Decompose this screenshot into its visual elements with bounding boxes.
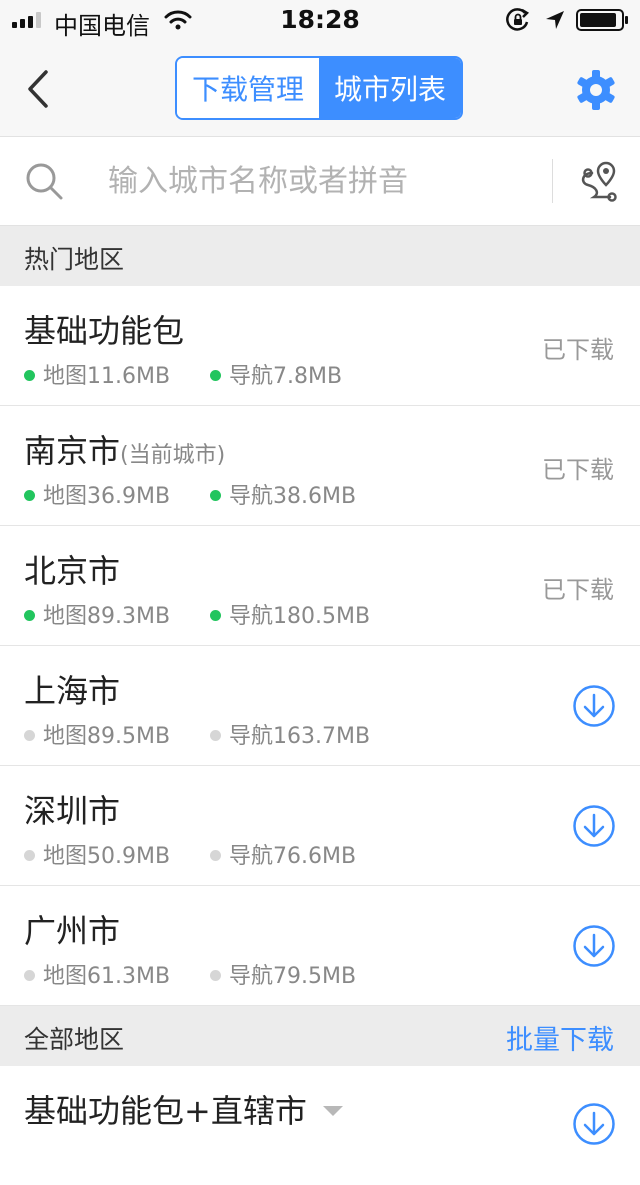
current-city-note: (当前城市) [120, 443, 226, 468]
rotation-lock-icon [506, 8, 530, 31]
list-item[interactable]: 上海市 地图89.5MB 导航163.7MB [0, 646, 640, 766]
list-item[interactable]: 基础功能包+直辖市 [0, 1066, 640, 1185]
region-name: 深圳市 [24, 792, 121, 830]
status-dot [24, 729, 35, 741]
nav-size: 导航76.6MB [210, 838, 356, 870]
nav-size: 导航7.8MB [210, 358, 342, 390]
downloaded-status: 已下载 [542, 456, 614, 484]
status-dot [210, 369, 221, 381]
back-chevron-icon[interactable] [22, 68, 56, 110]
section-header-hot: 热门地区 [0, 226, 640, 286]
download-circle-icon[interactable] [572, 1102, 616, 1146]
nav-size: 导航180.5MB [210, 598, 370, 630]
search-divider [552, 159, 553, 203]
status-dot [210, 849, 221, 861]
list-item[interactable]: 南京市(当前城市) 地图36.9MB 导航38.6MB 已下载 [0, 406, 640, 526]
region-name: 基础功能包+直辖市 [24, 1086, 343, 1132]
status-dot [210, 969, 221, 981]
status-dot [210, 609, 221, 621]
map-size: 地图89.5MB [24, 718, 170, 750]
tab-download-manager[interactable]: 下载管理 [177, 58, 319, 118]
route-pin-icon[interactable] [576, 159, 620, 203]
download-circle-icon[interactable] [572, 804, 616, 848]
downloaded-status: 已下载 [542, 336, 614, 364]
region-name: 北京市 [24, 552, 121, 590]
status-dot [24, 369, 35, 381]
list-item[interactable]: 广州市 地图61.3MB 导航79.5MB [0, 886, 640, 1006]
map-size: 地图89.3MB [24, 598, 170, 630]
status-dot [24, 489, 35, 501]
location-arrow-icon [546, 11, 564, 29]
dropdown-caret-icon[interactable] [322, 1106, 343, 1116]
section-title-hot: 热门地区 [24, 245, 125, 274]
region-name: 上海市 [24, 672, 121, 710]
region-name: 基础功能包 [24, 312, 185, 350]
status-bar: 中国电信 18:28 [0, 0, 640, 40]
download-circle-icon[interactable] [572, 924, 616, 968]
status-dot [24, 609, 35, 621]
status-dot [210, 729, 221, 741]
search-icon [26, 163, 63, 200]
map-size: 地图36.9MB [24, 478, 170, 510]
list-item[interactable]: 深圳市 地图50.9MB 导航76.6MB [0, 766, 640, 886]
section-header-all: 全部地区 批量下载 [0, 1006, 640, 1066]
batch-download-button[interactable]: 批量下载 [506, 1018, 614, 1057]
nav-size: 导航38.6MB [210, 478, 356, 510]
nav-size: 导航163.7MB [210, 718, 370, 750]
tab-city-list[interactable]: 城市列表 [319, 58, 461, 118]
battery-icon [576, 9, 628, 31]
downloaded-status: 已下载 [542, 576, 614, 604]
list-item[interactable]: 基础功能包 地图11.6MB 导航7.8MB 已下载 [0, 286, 640, 406]
region-name: 广州市 [24, 912, 121, 950]
map-size: 地图50.9MB [24, 838, 170, 870]
nav-size: 导航79.5MB [210, 958, 356, 990]
segmented-control: 下载管理 城市列表 [175, 56, 463, 120]
nav-bar: 下载管理 城市列表 [0, 40, 640, 137]
city-search-input[interactable] [108, 155, 528, 207]
list-item[interactable]: 北京市 地图89.3MB 导航180.5MB 已下载 [0, 526, 640, 646]
search-bar [0, 137, 640, 226]
map-size: 地图61.3MB [24, 958, 170, 990]
download-circle-icon[interactable] [572, 684, 616, 728]
status-dot [210, 489, 221, 501]
status-dot [24, 969, 35, 981]
gear-icon[interactable] [574, 68, 618, 112]
map-size: 地图11.6MB [24, 358, 170, 390]
section-title-all: 全部地区 [24, 1025, 125, 1054]
status-dot [24, 849, 35, 861]
region-name: 南京市(当前城市) [24, 432, 226, 470]
